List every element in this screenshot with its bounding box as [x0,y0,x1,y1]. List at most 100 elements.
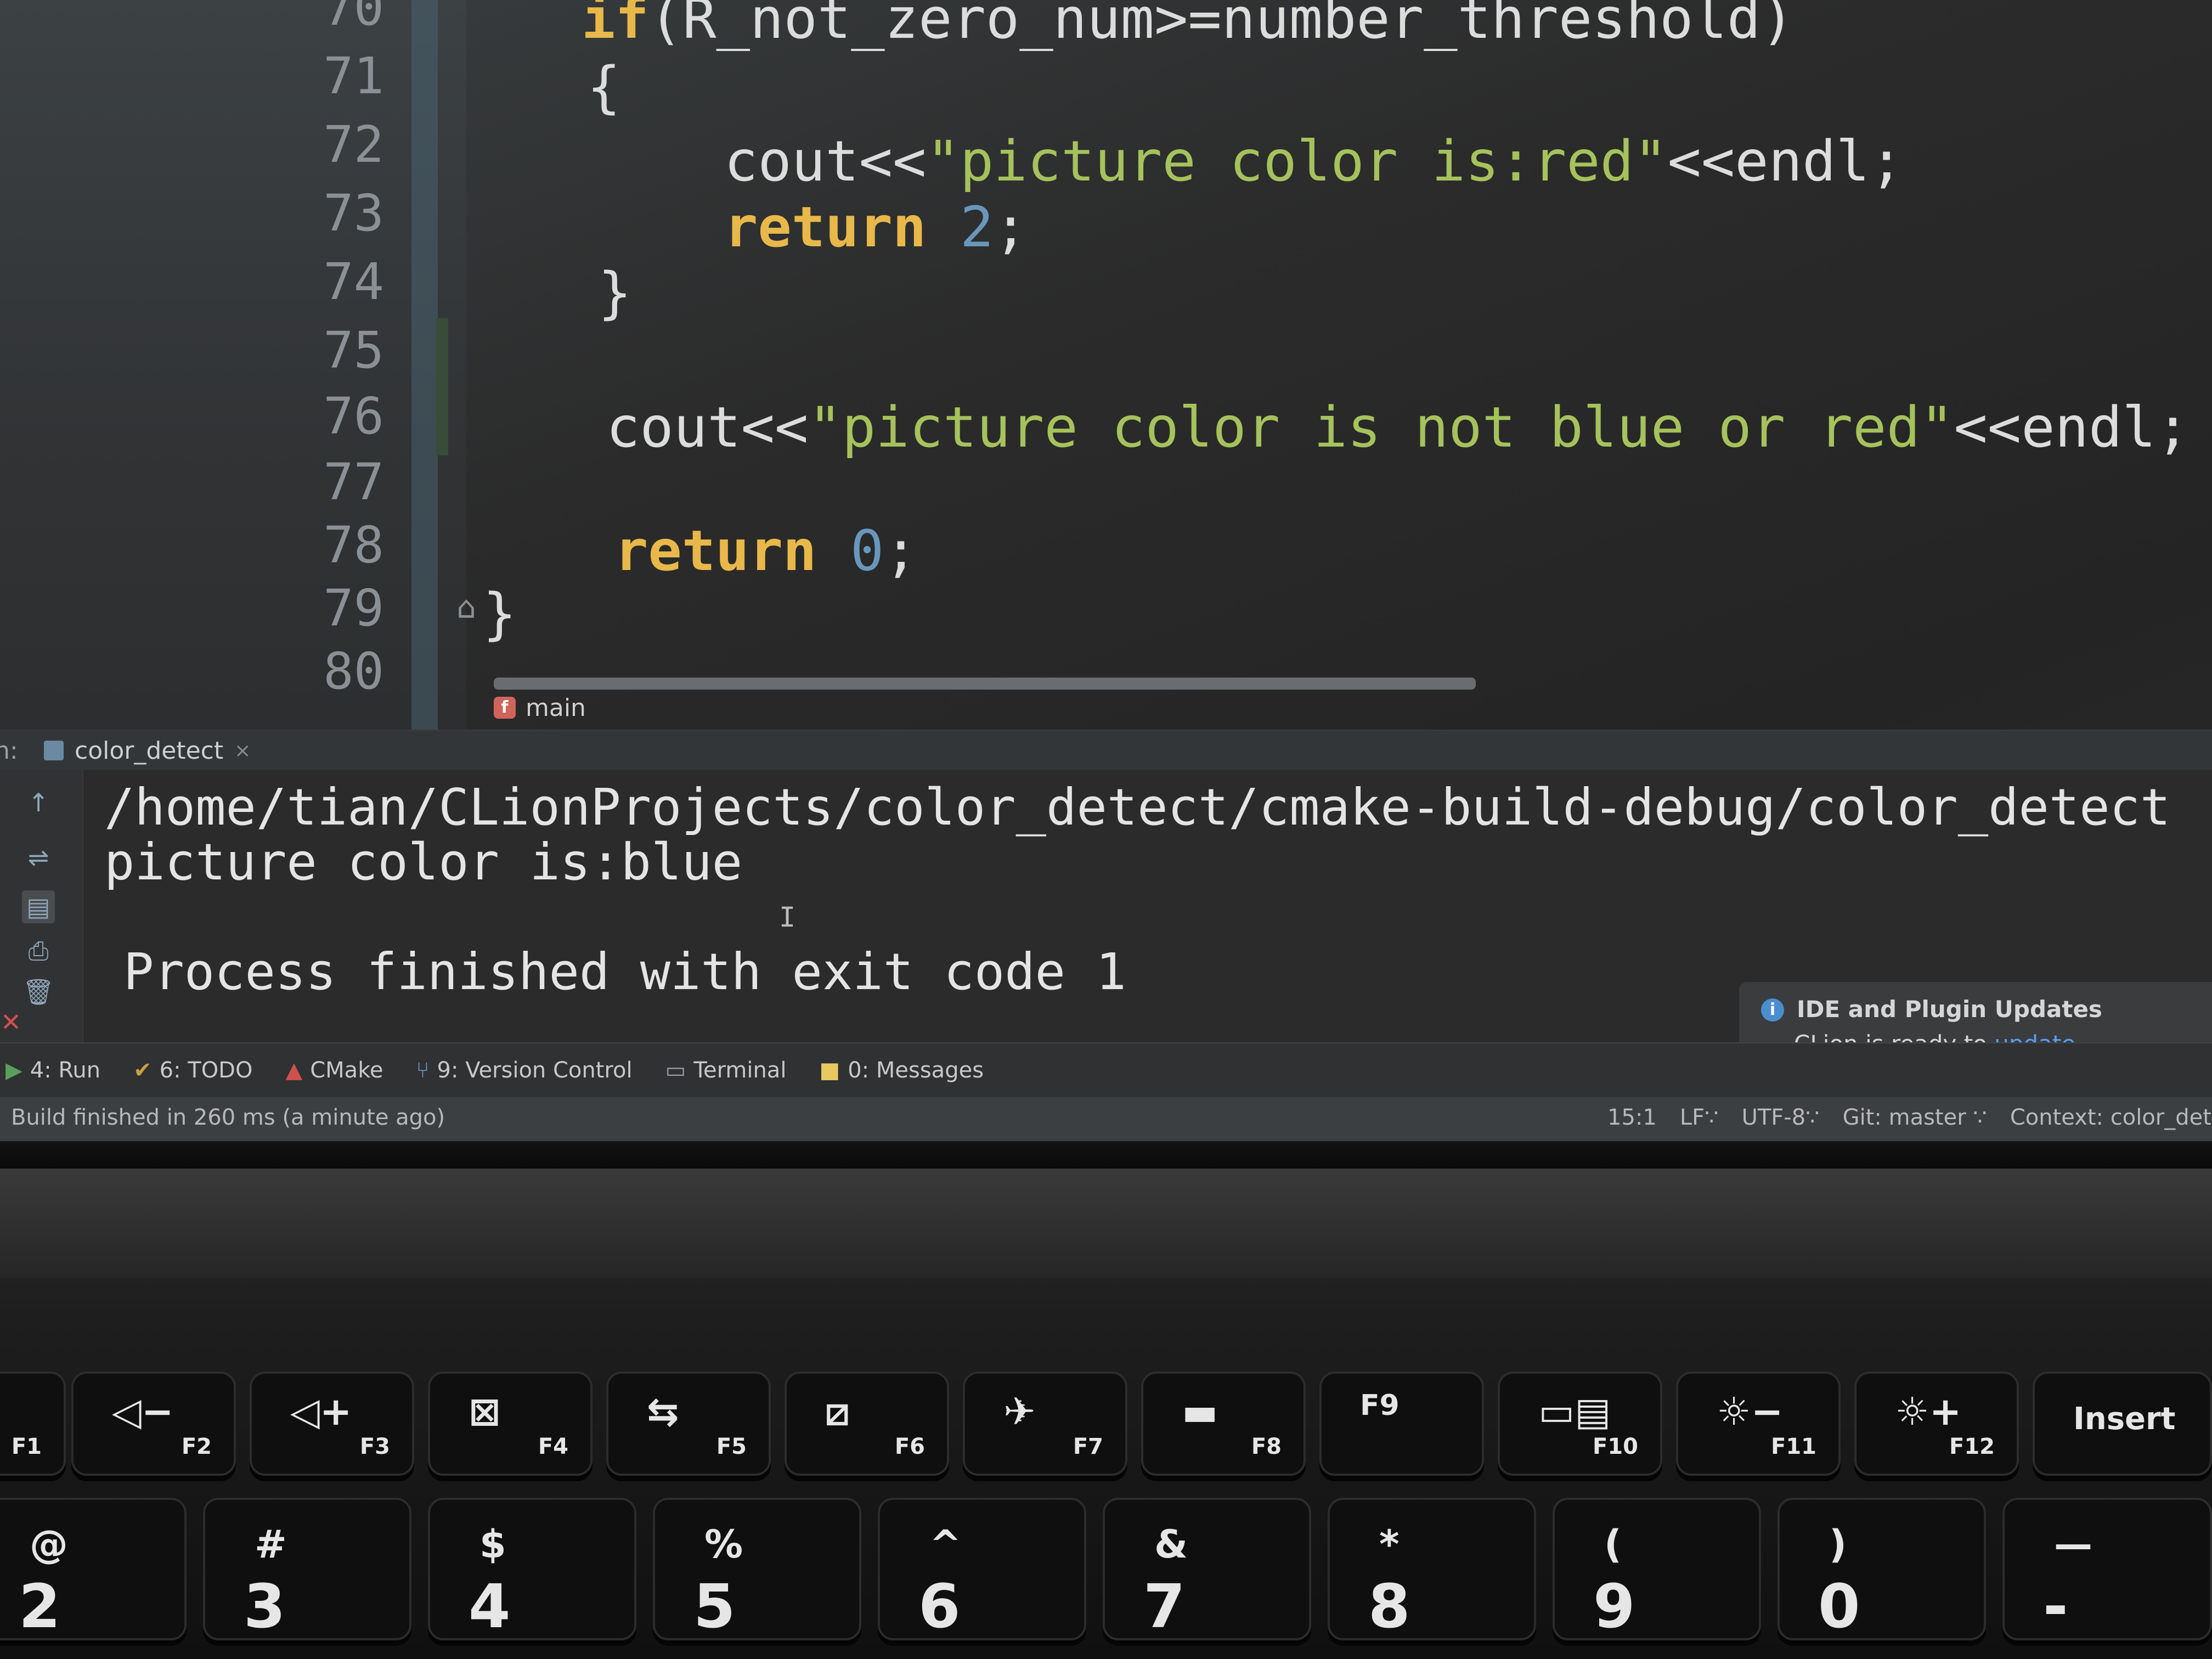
cursor-position[interactable]: 15:1 [1607,1105,1657,1130]
key-label: F5 [716,1434,747,1459]
scroll-to-end-icon[interactable]: ▤ [22,890,55,923]
tab-label: 6: TODO [159,1058,253,1083]
laptop-screen: 70 71 72 73 74 75 76 77 78 79 80 ⌂ if(R_… [0,0,2212,1169]
messages-icon: ■ [819,1058,840,1083]
code-line-brace-open: { [587,55,621,120]
tab-todo[interactable]: ✔ 6: TODO [133,1058,252,1083]
context-selector[interactable]: Context: color_detect [D [2010,1105,2212,1130]
code-line-cout-not: cout<<"picture color is not blue or red"… [606,395,2190,460]
key-f10-project[interactable]: ▭▤ F10 [1498,1372,1662,1476]
key-shift-char: ^ [929,1522,962,1567]
key-f6-touchpad[interactable]: ⧄ F6 [785,1372,949,1476]
cout-op: cout<< [724,129,927,194]
code-line-return-2: return 2; [724,195,1028,260]
key-f4-mic-mute[interactable]: ⊠ F4 [428,1372,592,1476]
key-label: F3 [359,1434,390,1459]
code-line-if: if(R_not_zero_num>=number_threshold) [582,0,1795,52]
tab-run[interactable]: ▶ 4: Run [5,1058,100,1083]
trash-icon[interactable]: 🗑 [22,975,55,1008]
status-widgets: 15:1 LF∵ UTF-8∵ Git: master ∵ Context: c… [1607,1105,2212,1130]
close-icon[interactable]: × [234,740,251,762]
key-f11-brightness-down[interactable]: ☼− F11 [1676,1372,1841,1476]
tab-label: CMake [310,1058,383,1083]
key-7[interactable]: & 7 [1103,1498,1311,1641]
key-f2-volume-down[interactable]: ◁− F2 [71,1372,236,1476]
console-line: picture color is:blue [104,833,743,891]
keyword: if [582,0,649,52]
run-config-tab[interactable]: color_detect × [44,737,251,765]
build-status[interactable]: Build finished in 260 ms (a minute ago) [11,1105,445,1130]
run-panel-header: n: color_detect × [0,731,2212,770]
key-f9[interactable]: F9 [1319,1372,1484,1476]
code-line-return-0: return 0; [614,518,918,584]
file-encoding[interactable]: UTF-8∵ [1742,1105,1820,1130]
close-panel-icon[interactable]: ✕ [0,1006,27,1039]
key-2[interactable]: @2 [0,1498,187,1641]
key-f5-refresh[interactable]: ⇆ F5 [606,1372,771,1476]
tab-messages[interactable]: ■ 0: Messages [819,1058,984,1083]
tab-terminal[interactable]: ▭ Terminal [665,1058,787,1083]
endl-op: <<endl; [1954,395,2190,460]
volume-up-icon: ◁+ [290,1389,352,1434]
laptop-keyboard: F1 ◁− F2 ◁+ F3 ⊠ F4 ⇆ F5 ⧄ F6 ✈ F7 ▬ F8 F9 ▭▤ F1… [0,1169,2212,1659]
key-f12-brightness-up[interactable]: ☼+ F12 [1854,1372,2019,1476]
tab-cmake[interactable]: ▲ CMake [285,1058,383,1083]
cout-op: cout<< [606,395,809,460]
key-shift-char: & [1154,1522,1188,1567]
status-bar: Build finished in 260 ms (a minute ago) … [0,1097,2212,1141]
key-3[interactable]: #3 [203,1498,411,1641]
number-literal: 2 [960,195,994,260]
key-f8-display[interactable]: ▬ F8 [1141,1372,1306,1476]
key-label: Insert [2073,1401,2176,1437]
key-char: 2 [19,1571,61,1641]
tab-version-control[interactable]: ⑂ 9: Version Control [416,1058,633,1083]
key-label: F9 [1360,1389,1400,1422]
line-separator[interactable]: LF∵ [1680,1105,1719,1130]
key-5[interactable]: % 5 [653,1498,861,1641]
key-label: F8 [1251,1434,1282,1459]
refresh-icon: ⇆ [647,1389,679,1434]
key-label: F11 [1771,1434,1816,1459]
tab-label: 0: Messages [848,1058,984,1083]
git-branch[interactable]: Git: master ∵ [1843,1105,1987,1130]
tab-label: 4: Run [30,1058,101,1083]
function-icon: f [494,697,516,719]
key-label: F1 [11,1434,42,1459]
keyword: return [724,195,927,260]
key-9[interactable]: (9 [1553,1498,1761,1641]
key-4[interactable]: $4 [428,1498,636,1641]
key-label: F12 [1949,1434,1995,1459]
code-editor[interactable]: if(R_not_zero_num>=number_threshold) { c… [0,0,2212,730]
key-f7-airplane[interactable]: ✈ F7 [963,1372,1127,1476]
horizontal-scrollbar[interactable] [494,678,1476,690]
console-line: Process finished with exit code 1 [123,943,1126,1001]
key-minus[interactable]: — - [2002,1498,2212,1641]
key-insert[interactable]: Insert [2033,1372,2212,1476]
branch-icon: ⑂ [416,1058,430,1083]
todo-icon: ✔ [133,1058,152,1083]
rerun-icon[interactable]: ↑ [22,786,55,819]
breadcrumb[interactable]: f main [494,691,586,724]
tool-window-bar: ▶ 4: Run ✔ 6: TODO ▲ CMake ⑂ 9: Version Cont… [0,1042,2212,1097]
run-prefix: n: [0,736,18,765]
breadcrumb-function[interactable]: main [526,694,586,722]
key-shift-char: % [704,1522,743,1567]
semicolon: ; [994,195,1028,260]
print-icon[interactable]: ⎙ [22,934,55,967]
semicolon: ; [884,518,918,584]
key-6[interactable]: ^ 6 [878,1498,1086,1641]
key-char: 7 [1143,1571,1186,1641]
text-cursor: I [779,901,796,933]
info-icon: i [1761,998,1784,1022]
key-char: 4 [469,1571,511,1641]
key-shift-char: @ [30,1522,68,1567]
key-f3-volume-up[interactable]: ◁+ F3 [250,1372,414,1476]
key-0[interactable]: ) 0 [1778,1498,1986,1641]
key-shift-char: $ [479,1522,506,1567]
soft-wrap-icon[interactable]: ⇌ [22,841,55,874]
tab-label: Terminal [693,1058,787,1083]
string-literal: "picture color is:red" [926,129,1668,194]
key-8[interactable]: * 8 [1328,1498,1536,1641]
key-shift-char: — [2054,1522,2092,1567]
key-f1[interactable]: F1 [0,1372,66,1476]
